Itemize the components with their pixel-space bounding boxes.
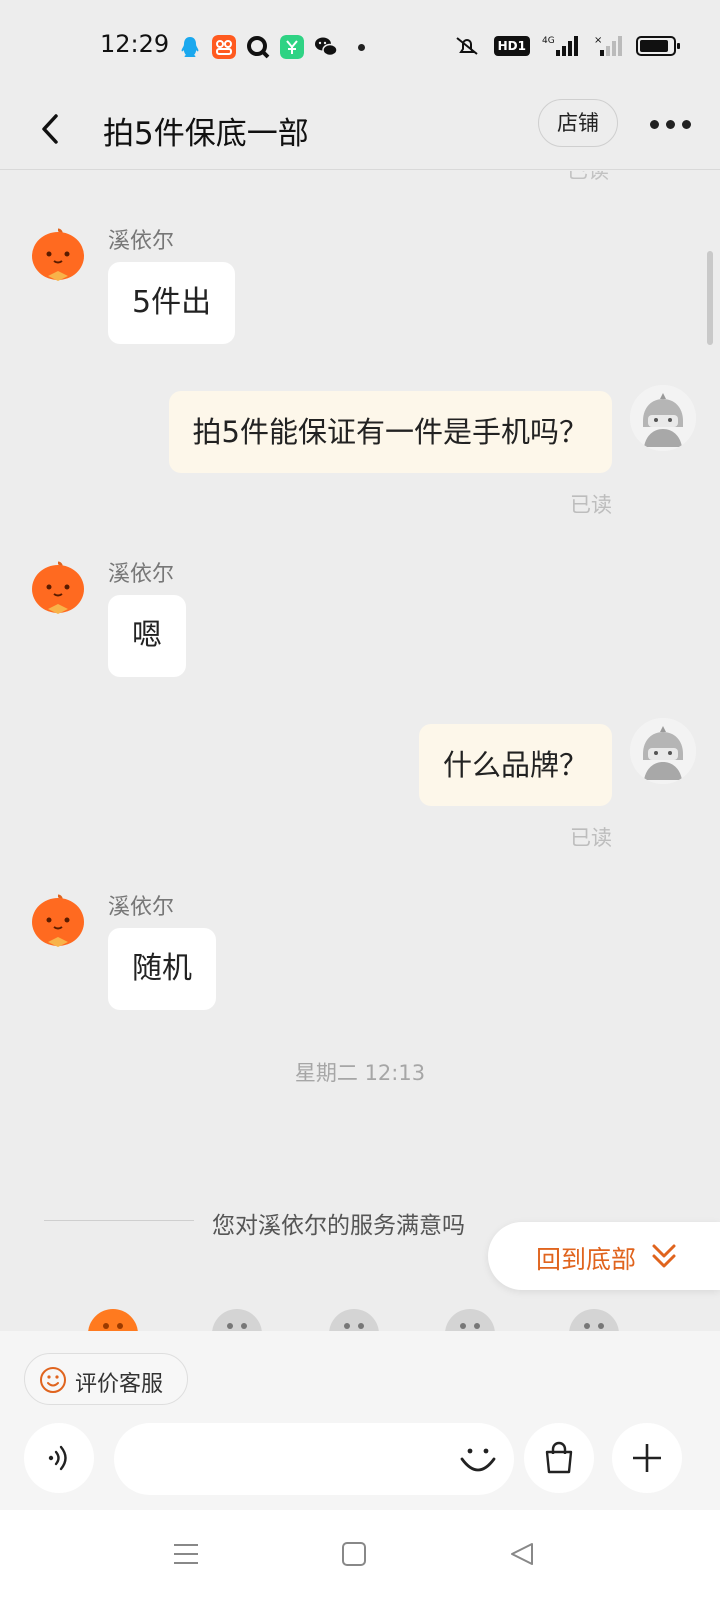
shop-avatar-pumpkin[interactable] <box>30 892 86 954</box>
hd-badge: HD1 <box>493 36 530 56</box>
rate-service-button[interactable]: 评价客服 <box>24 1353 188 1405</box>
rating-very-good-face[interactable] <box>569 1309 619 1331</box>
battery-icon <box>636 36 680 56</box>
notification-icons <box>178 35 365 59</box>
svg-text:4G: 4G <box>542 36 555 46</box>
shop-avatar-pumpkin[interactable] <box>30 559 86 621</box>
back-arrow-icon[interactable] <box>28 106 74 152</box>
wechat-icon <box>315 37 338 57</box>
voice-button[interactable] <box>24 1423 94 1493</box>
sender-name: 溪依尔 <box>108 562 175 587</box>
user-avatar[interactable] <box>630 718 696 784</box>
shop-button[interactable]: 店铺 <box>538 99 618 147</box>
plus-icon <box>633 1444 661 1472</box>
menu-icon[interactable] <box>172 1540 200 1568</box>
read-status: 已读 <box>567 171 609 183</box>
rate-service-label: 评价客服 <box>75 1372 164 1397</box>
status-indicators: HD1 4G × <box>452 34 680 58</box>
status-bar: 12:29 HD1 4G × <box>0 0 720 92</box>
chat-title: 拍5件保底一部 <box>103 116 309 152</box>
more-options-icon[interactable] <box>650 112 700 136</box>
user-avatar[interactable] <box>630 385 696 451</box>
message-bubble-outgoing[interactable]: 拍5件能保证有一件是手机吗？ <box>168 391 612 473</box>
svg-text:×: × <box>594 35 602 46</box>
chat-area[interactable]: 已读 溪依尔 5件出 拍5件能保证有一件是手机吗？ 已读 溪依尔 嗯 什么品牌？… <box>0 171 720 1331</box>
message-bubble-outgoing[interactable]: 什么品牌？ <box>418 724 612 806</box>
system-nav-bar <box>0 1510 720 1600</box>
home-square-icon[interactable] <box>340 1540 368 1568</box>
app-orange-icon <box>212 35 236 59</box>
qq-icon <box>181 37 199 57</box>
double-chevron-down-icon <box>652 1244 676 1268</box>
rating-very-bad-face[interactable] <box>88 1309 138 1331</box>
sender-name: 溪依尔 <box>108 229 175 254</box>
app-green-icon <box>280 35 304 59</box>
smile-icon <box>40 1367 66 1393</box>
message-bubble-incoming[interactable]: 随机 <box>108 928 216 1010</box>
emoji-icon[interactable] <box>456 1437 500 1481</box>
back-to-bottom-label: 回到底部 <box>536 1245 637 1274</box>
voice-icon <box>48 1445 67 1471</box>
message-bubble-incoming[interactable]: 嗯 <box>108 595 186 677</box>
survey-prompt: 您对溪依尔的服务满意吗 <box>212 1213 465 1239</box>
rating-good-face[interactable] <box>445 1309 495 1331</box>
shop-avatar-pumpkin[interactable] <box>30 226 86 288</box>
back-triangle-icon[interactable] <box>508 1540 536 1568</box>
chat-header: 拍5件保底一部 店铺 <box>0 92 720 170</box>
sender-name: 溪依尔 <box>108 895 175 920</box>
read-status: 已读 <box>570 493 612 517</box>
read-status: 已读 <box>570 826 612 850</box>
add-more-button[interactable] <box>612 1423 682 1493</box>
input-panel: 评价客服 <box>0 1331 720 1510</box>
message-timestamp: 星期二 12:13 <box>294 1061 426 1085</box>
message-bubble-incoming[interactable]: 5件出 <box>108 262 236 344</box>
scrollbar[interactable] <box>707 251 713 345</box>
shopping-bag-icon <box>545 1441 573 1474</box>
message-input[interactable] <box>114 1423 514 1495</box>
status-time: 12:29 <box>100 30 170 58</box>
survey-divider <box>44 1220 194 1221</box>
browser-icon <box>247 36 270 59</box>
screen: 12:29 HD1 4G × 拍5件保底一部 店铺 已读 溪依尔 5件出 拍5件… <box>0 0 720 1600</box>
rating-bad-face[interactable] <box>212 1309 262 1331</box>
shopping-bag-button[interactable] <box>524 1423 594 1493</box>
more-notifications-dot <box>358 43 365 51</box>
silent-bell-icon <box>456 37 478 55</box>
signal-weak-icon: × <box>594 35 622 56</box>
signal-4g-icon: 4G <box>542 36 578 56</box>
rating-neutral-face[interactable] <box>329 1309 379 1331</box>
back-to-bottom-button[interactable]: 回到底部 <box>488 1222 720 1290</box>
